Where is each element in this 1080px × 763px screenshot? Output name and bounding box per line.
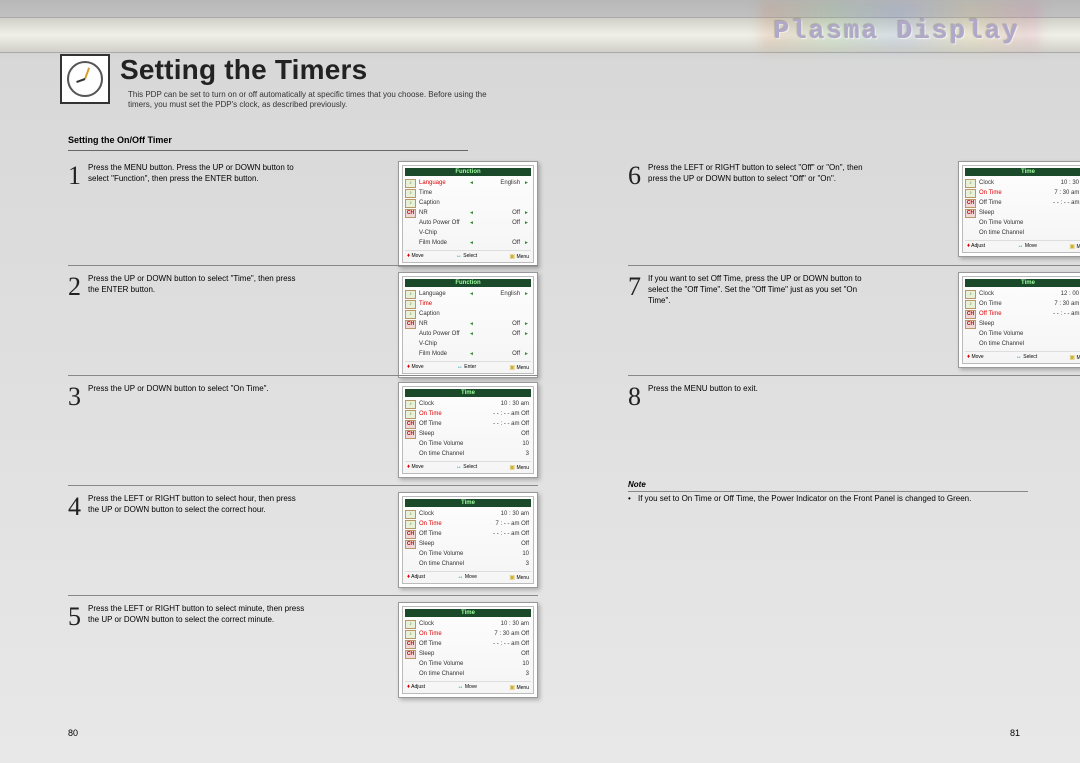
step-text: Press the UP or DOWN button to select "T… xyxy=(88,274,308,296)
page-number-right: 81 xyxy=(1010,728,1020,738)
step-4: 4 Press the LEFT or RIGHT button to sele… xyxy=(68,485,538,595)
osd-screenshot: Time♪Clock10 : 30 am♪On Time7 : - - am O… xyxy=(398,492,538,588)
page-title: Setting the Timers xyxy=(120,54,367,86)
step-text: Press the MENU button. Press the UP or D… xyxy=(88,163,308,185)
step-number: 6 xyxy=(628,161,641,191)
step-text: Press the LEFT or RIGHT button to select… xyxy=(648,163,868,185)
note-header: Note xyxy=(628,480,1028,489)
step-number: 4 xyxy=(68,492,81,522)
osd-screenshot: Function♪Language◄English►♪Time♪CaptionC… xyxy=(398,161,538,267)
step-text: Press the LEFT or RIGHT button to select… xyxy=(88,604,308,626)
osd-screenshot: Time♪Clock10 : 30 am♪On Time7 : 30 am On… xyxy=(958,161,1080,257)
step-2: 2 Press the UP or DOWN button to select … xyxy=(68,265,538,375)
step-number: 1 xyxy=(68,161,81,191)
step-3: 3 Press the UP or DOWN button to select … xyxy=(68,375,538,485)
step-text: Press the UP or DOWN button to select "O… xyxy=(88,384,308,395)
step-text: Press the LEFT or RIGHT button to select… xyxy=(88,494,308,516)
step-6: 6 Press the LEFT or RIGHT button to sele… xyxy=(628,155,1080,265)
note-text: If you set to On Time or Off Time, the P… xyxy=(628,494,1028,504)
section-subtitle: Setting the On/Off Timer xyxy=(68,135,172,145)
step-5: 5 Press the LEFT or RIGHT button to sele… xyxy=(68,595,538,705)
osd-screenshot: Time♪Clock10 : 30 am♪On Time7 : 30 am Of… xyxy=(398,602,538,698)
note-block: Note If you set to On Time or Off Time, … xyxy=(628,480,1028,504)
osd-screenshot: Time♪Clock10 : 30 am♪On Time- - : - - am… xyxy=(398,382,538,478)
step-number: 8 xyxy=(628,382,641,412)
step-7: 7 If you want to set Off Time, press the… xyxy=(628,265,1080,375)
step-text: Press the MENU button to exit. xyxy=(648,384,868,395)
left-column: 1 Press the MENU button. Press the UP or… xyxy=(68,155,538,705)
page-number-left: 80 xyxy=(68,728,78,738)
step-8: 8 Press the MENU button to exit. xyxy=(628,375,1080,425)
step-number: 7 xyxy=(628,272,641,302)
right-column: 6 Press the LEFT or RIGHT button to sele… xyxy=(628,155,1080,425)
osd-screenshot: Time♪Clock12 : 00 am♪On Time7 : 30 am On… xyxy=(958,272,1080,368)
step-1: 1 Press the MENU button. Press the UP or… xyxy=(68,155,538,265)
subtitle-rule xyxy=(68,150,468,151)
step-number: 2 xyxy=(68,272,81,302)
brand-title: Plasma Display xyxy=(774,16,1020,46)
step-number: 5 xyxy=(68,602,81,632)
clock-icon xyxy=(60,54,110,104)
step-text: If you want to set Off Time, press the U… xyxy=(648,274,868,306)
osd-screenshot: Function♪Language◄English►♪Time♪CaptionC… xyxy=(398,272,538,378)
note-rule xyxy=(628,491,1028,492)
intro-text: This PDP can be set to turn on or off au… xyxy=(128,90,488,111)
step-number: 3 xyxy=(68,382,81,412)
